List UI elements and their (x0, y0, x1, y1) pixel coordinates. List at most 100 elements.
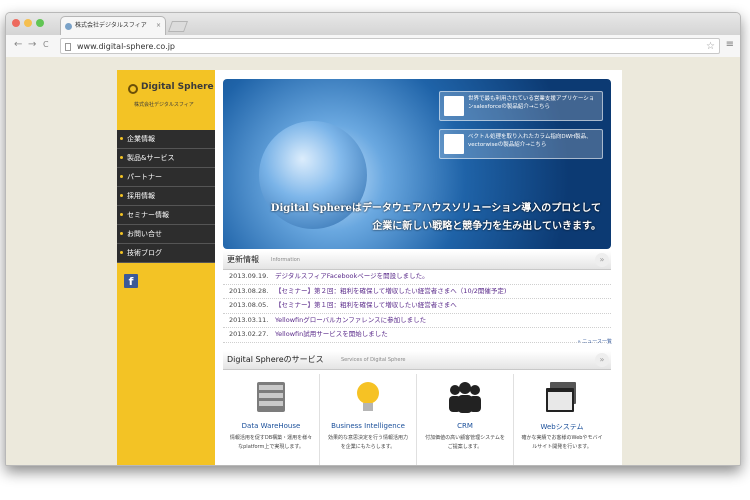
hero-headline-line2: 企業に新しい戦略と競争力を生み出していきます。 (372, 221, 601, 232)
sidebar-item-label: 製品&サービス (127, 154, 175, 162)
news-item[interactable]: 2013.03.11. Yellowfinグローバルカンファレンスに参加しました (223, 314, 611, 328)
hero-headline-line1: Digital Sphereはデータウェアハウスソリューション導入のプロとして (270, 203, 601, 214)
sidebar-item-label: 技術ブログ (127, 249, 162, 257)
hero-banner: 世界で最も利用されている営業支援アプリケーションsalesforceの製品紹介→… (223, 79, 611, 249)
brand-name: Digital Sphere (141, 82, 214, 92)
bookmark-star-icon[interactable]: ☆ (706, 39, 715, 55)
page-icon (65, 43, 71, 51)
service-desc: 情報活用を促すDB構築・運用を様々なplatform上で実現します。 (229, 435, 313, 450)
news-date: 2013.03.11. (229, 315, 269, 324)
database-icon (257, 382, 285, 412)
lightbulb-icon (357, 382, 379, 411)
bullet-icon (120, 213, 123, 216)
news-header: 更新情報 Information » (223, 251, 611, 270)
news-date: 2013.08.28. (229, 286, 269, 295)
browser-toolbar: ← → C www.digital-sphere.co.jp ☆ ≡ (6, 35, 740, 58)
vectorwise-logo-icon (444, 134, 464, 154)
vectorwise-promo-text: ベクトル処理を取り入れたカラム指向DWH製品、vectorwiseの製品紹介→こ… (468, 134, 592, 148)
news-list: 2013.09.19. デジタルスフィアFacebookページを開設しました。 2… (223, 270, 611, 343)
page-viewport: Digital Sphere 株式会社デジタルスフィア 企業情報 製品&サービス… (6, 57, 740, 465)
sidebar-item-label: パートナー (127, 173, 162, 181)
minimize-window-icon[interactable] (24, 19, 32, 27)
browser-window: 株式会社デジタルスフィア × ← → C www.digital-sphere.… (5, 12, 741, 466)
bullet-icon (120, 156, 123, 159)
logo-mark-icon (128, 84, 138, 94)
bullet-icon (120, 232, 123, 235)
news-link[interactable]: 【セミナー】第２回：粗利を確保して増収したい経営者さまへ（10/2開催予定) (275, 287, 506, 295)
service-crm[interactable]: CRM 付加価値の高い顧客管理システムをご提案します。 (417, 374, 514, 465)
browser-tab[interactable]: 株式会社デジタルスフィア × (60, 16, 166, 35)
service-desc: 確かな実績でお客様のWebやモバイルサイト開発を行います。 (521, 435, 603, 450)
news-subtitle: Information (271, 257, 300, 263)
browser-window-icon (546, 382, 576, 412)
facebook-icon[interactable]: f (124, 274, 138, 288)
bullet-icon (120, 251, 123, 254)
news-item[interactable]: 2013.08.05. 【セミナー】第１回：粗利を確保して増収したい経営者さまへ (223, 299, 611, 314)
forward-icon[interactable]: → (28, 38, 36, 52)
sidebar-item-label: 企業情報 (127, 135, 155, 143)
tab-title: 株式会社デジタルスフィア (75, 22, 147, 29)
reload-icon[interactable]: C (43, 38, 49, 52)
service-desc: 付加価値の高い顧客管理システムをご提案します。 (425, 435, 505, 450)
zoom-window-icon[interactable] (36, 19, 44, 27)
sidebar-item-products[interactable]: 製品&サービス (117, 149, 215, 168)
logo[interactable]: Digital Sphere 株式会社デジタルスフィア (128, 81, 214, 121)
news-item[interactable]: 2013.08.28. 【セミナー】第２回：粗利を確保して増収したい経営者さまへ（… (223, 285, 611, 299)
tab-bar: 株式会社デジタルスフィア × (6, 13, 740, 36)
news-link[interactable]: Yellowfin試用サービスを開始しました (275, 330, 388, 338)
main-content: 世界で最も利用されている営業支援アプリケーションsalesforceの製品紹介→… (215, 70, 622, 465)
favicon-icon (65, 23, 72, 30)
sidebar-item-partners[interactable]: パートナー (117, 168, 215, 187)
people-icon (449, 382, 481, 413)
address-bar[interactable]: www.digital-sphere.co.jp ☆ (60, 38, 720, 54)
service-label[interactable]: CRM (417, 422, 513, 430)
salesforce-promo[interactable]: 世界で最も利用されている営業支援アプリケーションsalesforceの製品紹介→… (439, 91, 603, 121)
services-title: Digital Sphereのサービス (227, 355, 324, 364)
news-date: 2013.02.27. (229, 330, 269, 338)
sidebar-item-seminars[interactable]: セミナー情報 (117, 206, 215, 225)
service-label[interactable]: Webシステム (514, 422, 610, 432)
services-subtitle: Services of Digital Sphere (341, 357, 406, 363)
services-grid: Data WareHouse 情報活用を促すDB構築・運用を様々なplatfor… (223, 374, 611, 465)
bullet-icon (120, 194, 123, 197)
sidebar-item-label: セミナー情報 (127, 211, 169, 219)
bullet-icon (120, 175, 123, 178)
news-item[interactable]: 2013.02.27. Yellowfin試用サービスを開始しました (223, 328, 611, 343)
services-more-arrow-icon[interactable]: » (595, 353, 609, 367)
sidebar: Digital Sphere 株式会社デジタルスフィア 企業情報 製品&サービス… (117, 70, 215, 465)
close-window-icon[interactable] (12, 19, 20, 27)
sidebar-nav: 企業情報 製品&サービス パートナー 採用情報 セミナー情報 お問い合せ 技術ブ… (117, 130, 215, 263)
new-tab-button[interactable] (167, 21, 189, 32)
sidebar-item-company[interactable]: 企業情報 (117, 130, 215, 149)
tab-close-icon[interactable]: × (156, 17, 161, 35)
service-label[interactable]: Business Intelligence (320, 422, 416, 430)
salesforce-logo-icon (444, 96, 464, 116)
sidebar-item-careers[interactable]: 採用情報 (117, 187, 215, 206)
sidebar-item-label: 採用情報 (127, 192, 155, 200)
vectorwise-promo[interactable]: ベクトル処理を取り入れたカラム指向DWH製品、vectorwiseの製品紹介→こ… (439, 129, 603, 159)
news-date: 2013.08.05. (229, 301, 269, 309)
news-date: 2013.09.19. (229, 272, 269, 280)
brand-subtitle: 株式会社デジタルスフィア (134, 102, 194, 108)
back-icon[interactable]: ← (14, 38, 22, 52)
service-bi[interactable]: Business Intelligence 効果的な意思決定を行う情報活用力を企… (320, 374, 417, 465)
services-header: Digital Sphereのサービス Services of Digital … (223, 351, 611, 370)
news-link[interactable]: 【セミナー】第１回：粗利を確保して増収したい経営者さまへ (275, 301, 457, 309)
sidebar-item-tech-blog[interactable]: 技術ブログ (117, 244, 215, 263)
news-title: 更新情報 (227, 255, 259, 264)
service-dwh[interactable]: Data WareHouse 情報活用を促すDB構築・運用を様々なplatfor… (223, 374, 320, 465)
sidebar-item-label: お問い合せ (127, 230, 162, 238)
url-text: www.digital-sphere.co.jp (77, 42, 175, 51)
service-desc: 効果的な意思決定を行う情報活用力を企業にもたらします。 (327, 435, 408, 450)
news-item[interactable]: 2013.09.19. デジタルスフィアFacebookページを開設しました。 (223, 270, 611, 285)
sidebar-item-contact[interactable]: お問い合せ (117, 225, 215, 244)
news-link[interactable]: Yellowfinグローバルカンファレンスに参加しました (275, 316, 426, 324)
service-web[interactable]: Webシステム 確かな実績でお客様のWebやモバイルサイト開発を行います。 (514, 374, 610, 465)
salesforce-promo-text: 世界で最も利用されている営業支援アプリケーションsalesforceの製品紹介→… (468, 96, 595, 110)
service-label[interactable]: Data WareHouse (223, 422, 319, 430)
bullet-icon (120, 137, 123, 140)
news-more-arrow-icon[interactable]: » (595, 253, 609, 267)
menu-icon[interactable]: ≡ (726, 38, 734, 52)
news-list-link[interactable]: » ニュース一覧 (578, 338, 612, 345)
news-link[interactable]: デジタルスフィアFacebookページを開設しました。 (275, 272, 429, 280)
